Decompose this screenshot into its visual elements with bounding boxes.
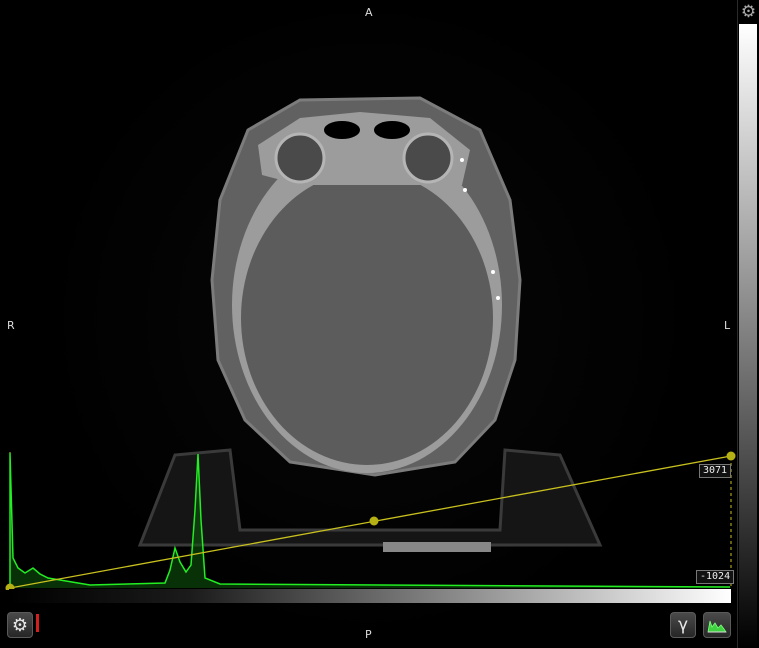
orbit-right: [274, 132, 326, 184]
orientation-label-posterior: P: [365, 628, 372, 641]
brain: [241, 171, 493, 465]
orientation-label-anterior: A: [365, 6, 373, 19]
orbit-left: [402, 132, 454, 184]
window-min-value: -1024: [696, 570, 735, 584]
sinus-left: [374, 121, 410, 139]
marker-dot: [460, 158, 464, 162]
grayscale-gradient-bar: [9, 589, 731, 603]
gamma-label: γ: [677, 615, 689, 635]
marker-dot: [496, 296, 500, 300]
sinus-right: [324, 121, 360, 139]
gamma-button[interactable]: γ: [670, 612, 696, 638]
settings-button[interactable]: ⚙: [7, 612, 33, 638]
image-viewport[interactable]: A R L P 3071 -1024 ⚙ γ: [0, 0, 738, 648]
gear-icon: ⚙: [11, 614, 29, 636]
red-indicator: [36, 614, 39, 632]
histogram-button[interactable]: [703, 612, 731, 638]
control-point-max[interactable]: [726, 451, 736, 461]
gear-icon: ⚙: [740, 2, 757, 22]
control-point-mid[interactable]: [369, 516, 379, 526]
transfer-function-editor[interactable]: [0, 440, 737, 590]
marker-dot: [491, 270, 495, 274]
orientation-label-right: R: [7, 319, 15, 332]
colorbar-settings-button[interactable]: ⚙: [739, 2, 758, 22]
histogram-icon: [707, 620, 727, 633]
grayscale-colorbar: [739, 24, 757, 648]
window-max-value: 3071: [699, 464, 732, 478]
marker-dot: [463, 188, 467, 192]
orientation-label-left: L: [724, 319, 731, 332]
